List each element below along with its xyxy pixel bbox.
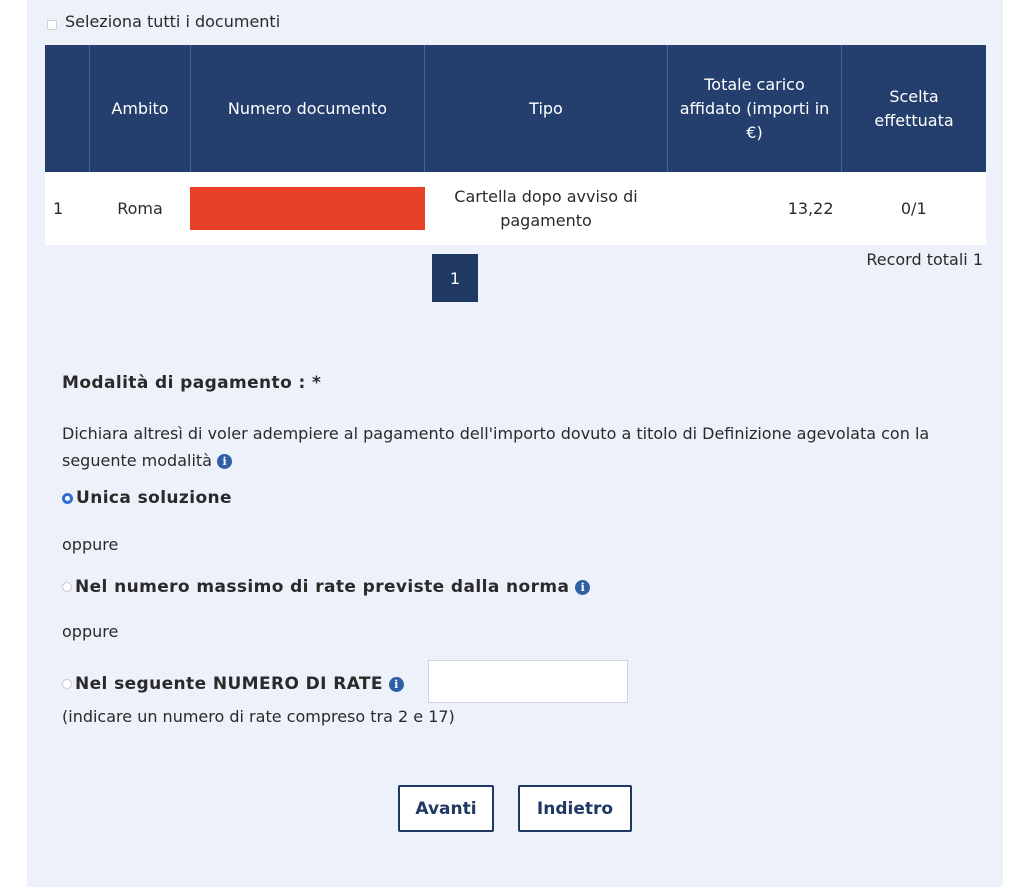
info-icon[interactable]: i [217,454,233,469]
indietro-button[interactable]: Indietro [518,785,632,832]
header-ambito: Ambito [89,45,191,172]
separator-oppure: oppure [62,535,119,554]
option-massimo-rate[interactable]: Nel numero massimo di rate previste dall… [62,577,591,597]
payment-title: Modalità di pagamento : * [62,373,322,393]
radio-numero-rate[interactable] [62,679,72,689]
header-tipo: Tipo [424,45,668,172]
table-row[interactable]: 1 Roma Cartella dopo avviso di pagamento… [45,172,986,245]
rate-hint: (indicare un numero di rate compreso tra… [62,707,455,726]
redacted-document-number [189,187,433,230]
cell-scelta[interactable]: 0/1 [841,172,986,245]
option-numero-rate[interactable]: Nel seguente NUMERO DI RATE i [62,674,404,694]
header-totale: Totale carico affidato (importi in €) [667,45,842,172]
info-icon[interactable]: i [575,579,591,595]
separator-oppure: oppure [62,622,119,641]
declaration-text: Dichiara altresì di voler adempiere al p… [62,424,930,470]
cell-numero-documento [189,172,433,245]
cell-ambito: Roma [89,172,191,245]
rate-count-input[interactable] [428,660,628,703]
table-header-row: Ambito Numero documento Tipo Totale cari… [45,45,986,172]
cell-index: 1 [45,172,90,245]
select-all-label: Seleziona tutti i documenti [65,12,281,31]
cell-totale: 13,22 [667,172,842,245]
radio-massimo-rate[interactable] [62,582,72,592]
payment-declaration: Dichiara altresì di voler adempiere al p… [62,420,962,474]
cell-tipo: Cartella dopo avviso di pagamento [424,172,668,245]
header-numero-documento: Numero documento [190,45,425,172]
page-1-button[interactable]: 1 [432,254,478,302]
option-label: Nel numero massimo di rate previste dall… [75,577,570,597]
record-total: Record totali 1 [866,250,983,269]
option-unica-soluzione[interactable]: Unica soluzione [62,488,232,508]
header-index [45,45,90,172]
info-icon[interactable]: i [388,676,404,692]
option-label: Nel seguente NUMERO DI RATE [75,674,383,694]
radio-unica-soluzione[interactable] [62,492,73,504]
documents-table: Ambito Numero documento Tipo Totale cari… [45,45,986,245]
avanti-button[interactable]: Avanti [398,785,494,832]
select-all-row: Seleziona tutti i documenti [47,12,280,31]
option-label: Unica soluzione [76,488,232,508]
header-scelta: Scelta effettuata [841,45,986,172]
